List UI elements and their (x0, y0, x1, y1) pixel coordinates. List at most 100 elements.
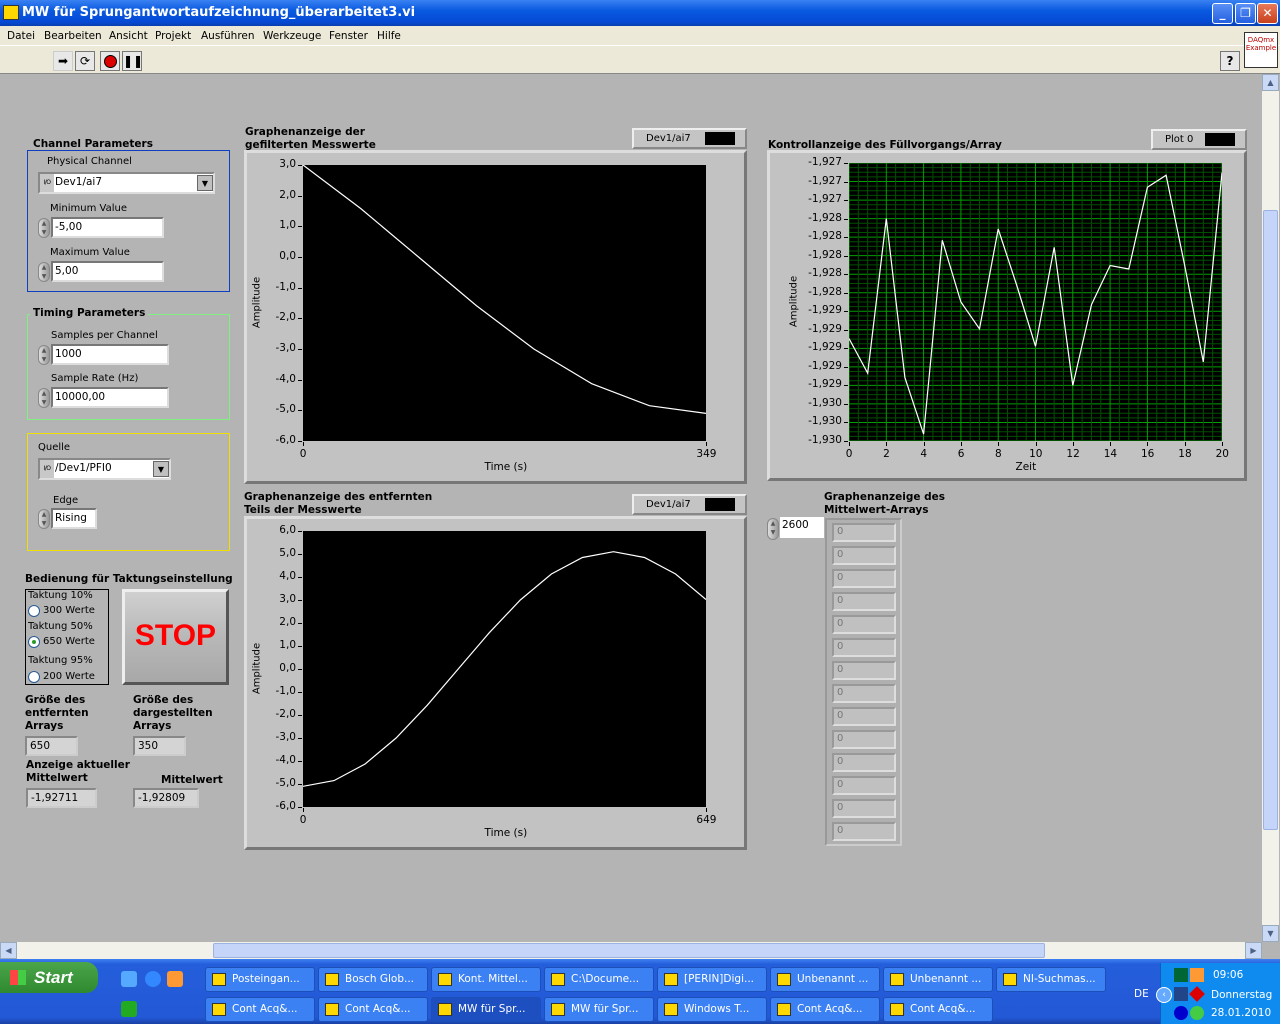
y-tick-label: -1,927 (808, 156, 842, 168)
taskbar-button[interactable]: Posteingan... (205, 967, 315, 992)
language-indicator[interactable]: DE (1134, 988, 1149, 1000)
menu-ansicht[interactable]: Ansicht (109, 30, 148, 42)
pause-icon[interactable]: ❚❚ (122, 51, 143, 71)
option-label[interactable]: 200 Werte (43, 671, 95, 682)
taskbar-button[interactable]: C:\Docume... (544, 967, 654, 992)
taskbar-button[interactable]: [PERIN]Digi... (657, 967, 767, 992)
increment-decrement-icon[interactable]: ▲ ▼ (767, 518, 779, 540)
increment-decrement-icon[interactable]: ▲ ▼ (38, 388, 50, 408)
menu-bearbeiten[interactable]: Bearbeiten (44, 30, 102, 42)
taskbar-button[interactable]: Cont Acq&... (883, 997, 993, 1022)
mean-array-title: Graphenanzeige des Mittelwert-Arrays (824, 491, 946, 516)
chevron-left-icon[interactable]: ‹ (1156, 987, 1172, 1003)
chevron-down-icon[interactable]: ▼ (153, 461, 169, 477)
taskbar-button[interactable]: Unbenannt ... (770, 967, 880, 992)
app-icon (777, 973, 791, 986)
close-button[interactable]: ✕ (1257, 3, 1278, 24)
increment-decrement-icon[interactable]: ▲ ▼ (38, 509, 50, 529)
excel-icon[interactable] (121, 1001, 137, 1017)
scroll-left-icon[interactable]: ◀ (0, 942, 17, 959)
samples-per-channel-input[interactable]: 1000 (51, 344, 169, 365)
help-button[interactable]: ? (1220, 51, 1240, 71)
taskbar-button[interactable]: Unbenannt ... (883, 967, 993, 992)
minimum-value-control: ▲ ▼ -5,00 (38, 217, 164, 238)
start-button[interactable]: Start (0, 962, 98, 993)
array-index-input[interactable]: 2600 (780, 517, 824, 538)
y-axis-label: Amplitude (251, 642, 263, 695)
mean-indicator: -1,92809 (133, 788, 199, 808)
option-label[interactable]: 300 Werte (43, 605, 95, 616)
taskbar-button[interactable]: Bosch Glob... (318, 967, 428, 992)
maximize-button[interactable]: ❐ (1235, 3, 1256, 24)
increment-decrement-icon[interactable]: ▲ ▼ (38, 262, 50, 282)
sample-rate-input[interactable]: 10000,00 (51, 387, 169, 408)
minimum-value-input[interactable]: -5,00 (51, 217, 164, 238)
plot-legend[interactable]: Dev1/ai7 (632, 494, 747, 515)
plot-area[interactable] (303, 531, 706, 807)
edge-input[interactable]: Rising (51, 508, 97, 529)
scroll-thumb[interactable] (1263, 210, 1278, 830)
scroll-right-icon[interactable]: ▶ (1245, 942, 1262, 959)
taskbar-button[interactable]: Cont Acq&... (770, 997, 880, 1022)
taskbar-button-label: MW für Spr... (571, 1003, 639, 1015)
x-tick-mark (1072, 442, 1074, 446)
scroll-down-icon[interactable]: ▼ (1262, 925, 1279, 942)
scroll-up-icon[interactable]: ▲ (1262, 74, 1279, 91)
increment-decrement-icon[interactable]: ▲ ▼ (38, 345, 50, 365)
tray-network-icon[interactable] (1174, 987, 1188, 1001)
plot-legend[interactable]: Plot 0 (1151, 129, 1247, 150)
radio-300-werte[interactable] (28, 605, 40, 617)
stop-button[interactable]: STOP (122, 589, 229, 685)
plot-legend[interactable]: Dev1/ai7 (632, 128, 747, 149)
y-tick-label: -4,0 (275, 372, 297, 385)
internet-explorer-icon[interactable] (145, 971, 161, 987)
scroll-thumb[interactable] (213, 943, 1045, 958)
x-tick-label: 0 (299, 814, 307, 826)
show-desktop-icon[interactable] (121, 971, 137, 987)
maximum-value-input[interactable]: 5,00 (51, 261, 164, 282)
y-axis-label: Amplitude (251, 276, 263, 329)
run-arrow-icon[interactable]: ➡ (53, 51, 73, 71)
chevron-down-icon[interactable]: ▼ (197, 175, 213, 191)
option-label[interactable]: 650 Werte (43, 636, 95, 647)
menu-hilfe[interactable]: Hilfe (377, 30, 401, 42)
tray-clock-icon[interactable] (1190, 968, 1204, 982)
menu-werkzeuge[interactable]: Werkzeuge (263, 30, 321, 42)
plot-area[interactable] (303, 165, 706, 441)
x-tick-mark (1222, 442, 1223, 446)
menu-projekt[interactable]: Projekt (155, 30, 191, 42)
run-continuously-icon[interactable]: ⟳ (75, 51, 95, 71)
tray-ni-icon[interactable] (1190, 1006, 1204, 1020)
physical-channel-dropdown[interactable]: I/O Dev1/ai7 ▼ (38, 172, 215, 194)
menu-datei[interactable]: Datei (7, 30, 35, 42)
tray-signal-icon[interactable] (1174, 1006, 1188, 1020)
menu-fenster[interactable]: Fenster (329, 30, 368, 42)
y-tick-mark (298, 165, 302, 166)
increment-decrement-icon[interactable]: ▲ ▼ (38, 218, 50, 238)
app-icon (212, 1003, 226, 1016)
outlook-icon[interactable] (167, 971, 183, 987)
clock-time[interactable]: 09:06 (1213, 969, 1243, 981)
windows-logo-icon (10, 970, 26, 985)
taskbar-button[interactable]: Kont. Mittel... (431, 967, 541, 992)
plot-area[interactable] (849, 163, 1222, 441)
abort-execution-icon[interactable] (100, 51, 120, 71)
tray-app-icon[interactable] (1174, 968, 1188, 982)
taskbar-button[interactable]: Windows T... (657, 997, 767, 1022)
taskbar-button[interactable]: MW für Spr... (544, 997, 654, 1022)
vertical-scrollbar[interactable]: ▲ ▼ (1262, 74, 1279, 942)
y-tick-mark (298, 379, 302, 381)
source-dropdown[interactable]: I/O /Dev1/PFI0 ▼ (38, 458, 171, 480)
taskbar-button[interactable]: NI-Suchmas... (996, 967, 1106, 992)
tray-alert-icon[interactable] (1189, 986, 1205, 1002)
horizontal-scrollbar[interactable]: ◀ ▶ (0, 942, 1262, 959)
taskbar-button[interactable]: Cont Acq&... (205, 997, 315, 1022)
array-element: 0 (832, 661, 896, 680)
menu-ausfuehren[interactable]: Ausführen (201, 30, 255, 42)
taskbar-button[interactable]: MW für Spr... (431, 997, 541, 1022)
radio-650-werte[interactable] (28, 636, 40, 648)
radio-200-werte[interactable] (28, 671, 40, 683)
minimize-button[interactable]: _ (1212, 3, 1233, 24)
y-tick-label: 1,0 (279, 219, 296, 232)
taskbar-button[interactable]: Cont Acq&... (318, 997, 428, 1022)
